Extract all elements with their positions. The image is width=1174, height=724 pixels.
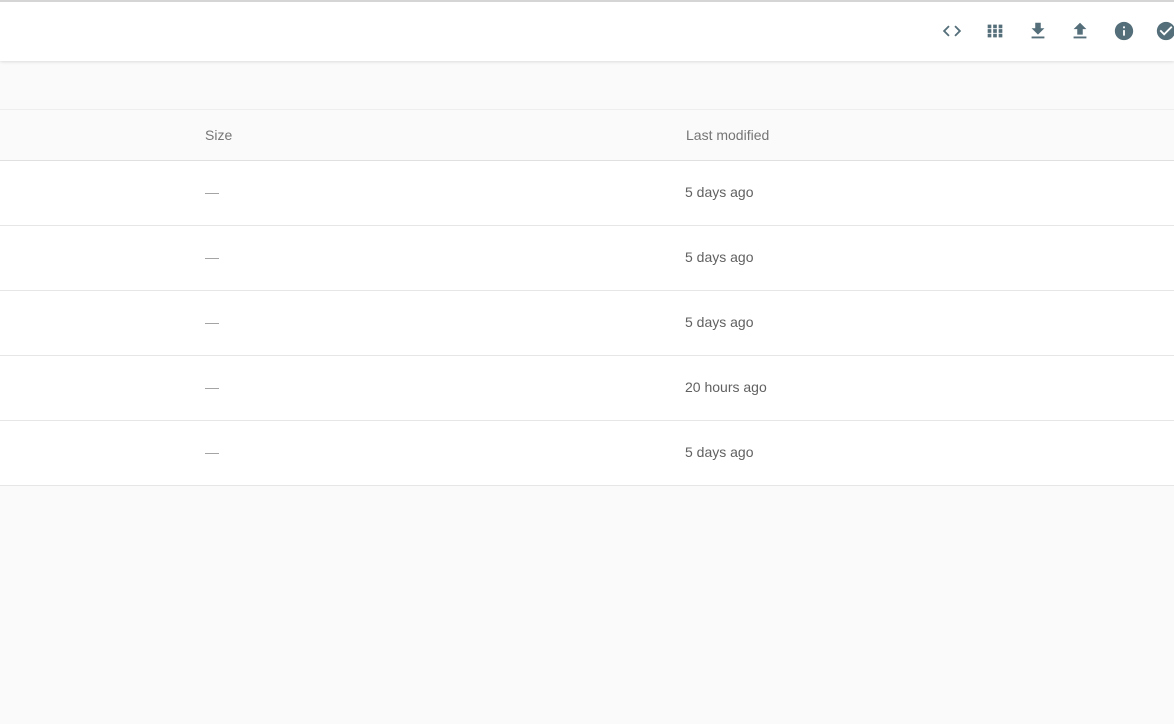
table-row[interactable]: — 5 days ago bbox=[0, 226, 1174, 291]
info-icon[interactable] bbox=[1112, 19, 1136, 43]
table-row[interactable]: — 20 hours ago bbox=[0, 356, 1174, 421]
table-header: Size Last modified bbox=[0, 109, 1174, 161]
size-cell: — bbox=[205, 379, 219, 395]
column-header-last-modified[interactable]: Last modified bbox=[686, 127, 769, 143]
upload-icon[interactable] bbox=[1068, 19, 1092, 43]
size-cell: — bbox=[205, 314, 219, 330]
table-row[interactable]: — 5 days ago bbox=[0, 421, 1174, 486]
last-modified-cell: 5 days ago bbox=[685, 249, 754, 265]
last-modified-cell: 20 hours ago bbox=[685, 379, 767, 395]
top-toolbar bbox=[0, 0, 1174, 61]
download-icon[interactable] bbox=[1026, 19, 1050, 43]
last-modified-cell: 5 days ago bbox=[685, 314, 754, 330]
column-header-size[interactable]: Size bbox=[205, 127, 232, 143]
grid-view-icon[interactable] bbox=[983, 19, 1007, 43]
table-row[interactable]: — 5 days ago bbox=[0, 161, 1174, 226]
size-cell: — bbox=[205, 184, 219, 200]
code-icon[interactable] bbox=[940, 19, 964, 43]
check-circle-icon[interactable] bbox=[1154, 19, 1174, 43]
last-modified-cell: 5 days ago bbox=[685, 444, 754, 460]
size-cell: — bbox=[205, 444, 219, 460]
table-row[interactable]: — 5 days ago bbox=[0, 291, 1174, 356]
size-cell: — bbox=[205, 249, 219, 265]
file-table: Size Last modified — 5 days ago — 5 days… bbox=[0, 109, 1174, 486]
last-modified-cell: 5 days ago bbox=[685, 184, 754, 200]
